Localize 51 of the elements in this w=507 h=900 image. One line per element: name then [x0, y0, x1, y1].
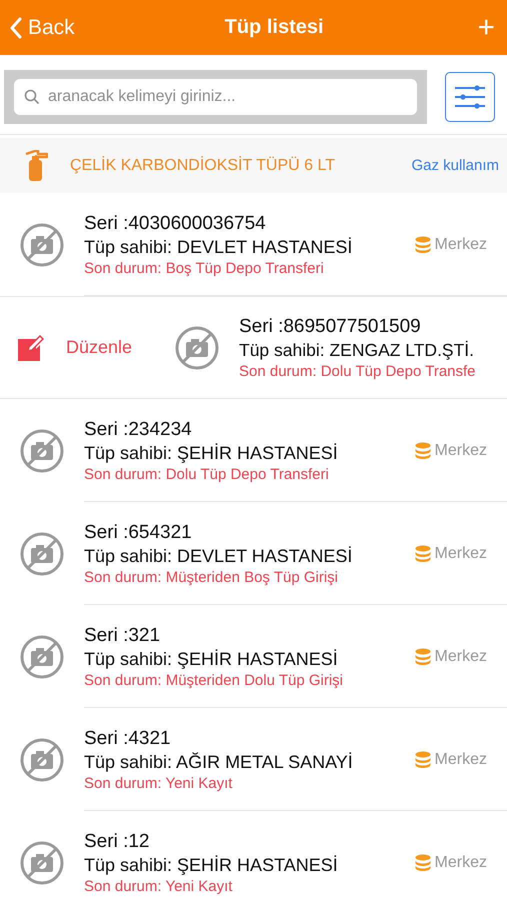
screen-title: Tüp listesi: [224, 16, 324, 39]
cylinder-owner: Tüp sahibi: ŞEHİR HASTANESİ: [84, 648, 339, 670]
serial-number: Seri :12: [84, 830, 150, 852]
location-label: Merkez: [434, 750, 487, 768]
search-field[interactable]: aranacak kelimeyi giriniz...: [14, 79, 417, 115]
sliders-icon: [453, 84, 487, 110]
serial-number: Seri :4321: [84, 728, 172, 750]
cylinder-type: ÇELİK KARBONDİOKSİT TÜPÜ 6 LT: [70, 156, 336, 174]
serial-number: Seri :4030600036754: [84, 212, 267, 234]
location-label: Merkez: [434, 854, 487, 872]
last-status: Son durum: Dolu Tüp Depo Transferi: [84, 466, 330, 482]
back-button[interactable]: Back: [10, 16, 75, 40]
gas-usage-link[interactable]: Gaz kullanım: [411, 157, 499, 174]
cylinder-owner: Tüp sahibi: ZENGAZ LTD.ŞTİ.: [239, 340, 476, 360]
database-icon: [414, 648, 431, 666]
last-status: Son durum: Müşteriden Boş Tüp Girişi: [84, 568, 339, 586]
last-status: Son durum: Müşteriden Dolu Tüp Girişi: [84, 672, 344, 688]
serial-number: Seri :8695077501509: [239, 316, 422, 338]
last-status: Son durum: Yeni Kayıt: [84, 878, 234, 894]
last-status: Son durum: Dolu Tüp Depo Transfe: [239, 362, 477, 380]
filter-button[interactable]: [445, 72, 495, 122]
database-icon: [414, 544, 431, 562]
cylinder-owner: Tüp sahibi: ŞEHİR HASTANESİ: [84, 442, 339, 464]
no-photo-icon: [19, 736, 65, 782]
location-label: Merkez: [434, 544, 487, 562]
no-photo-icon: [19, 530, 65, 576]
no-photo-icon: [174, 324, 220, 370]
database-icon: [414, 442, 431, 460]
cylinder-owner: Tüp sahibi: ŞEHİR HASTANESİ: [84, 854, 339, 876]
location-label: Merkez: [434, 442, 487, 460]
last-status: Son durum: Boş Tüp Depo Transferi: [84, 260, 325, 276]
no-photo-icon: [19, 428, 65, 474]
cylinder-owner: Tüp sahibi: DEVLET HASTANESİ: [84, 546, 354, 566]
serial-number: Seri :234234: [84, 418, 193, 440]
serial-number: Seri :321: [84, 624, 162, 646]
database-icon: [414, 236, 431, 254]
last-status: Son durum: Yeni Kayıt: [84, 774, 234, 792]
no-photo-icon: [19, 222, 65, 268]
location-label: Merkez: [434, 236, 487, 254]
edit-icon: [18, 334, 44, 360]
cylinder-owner: Tüp sahibi: AĞIR METAL SANAYİ: [84, 752, 354, 772]
cylinder-owner: Tüp sahibi: DEVLET HASTANESİ: [84, 236, 354, 258]
database-icon: [414, 854, 431, 872]
database-icon: [414, 750, 431, 768]
location-label: Merkez: [434, 648, 487, 666]
no-photo-icon: [19, 840, 65, 886]
serial-number: Seri :654321: [84, 522, 193, 544]
search-icon: [24, 89, 40, 105]
no-photo-icon: [19, 634, 65, 680]
chevron-left-icon: [10, 16, 22, 38]
add-button[interactable]: +: [473, 10, 499, 44]
